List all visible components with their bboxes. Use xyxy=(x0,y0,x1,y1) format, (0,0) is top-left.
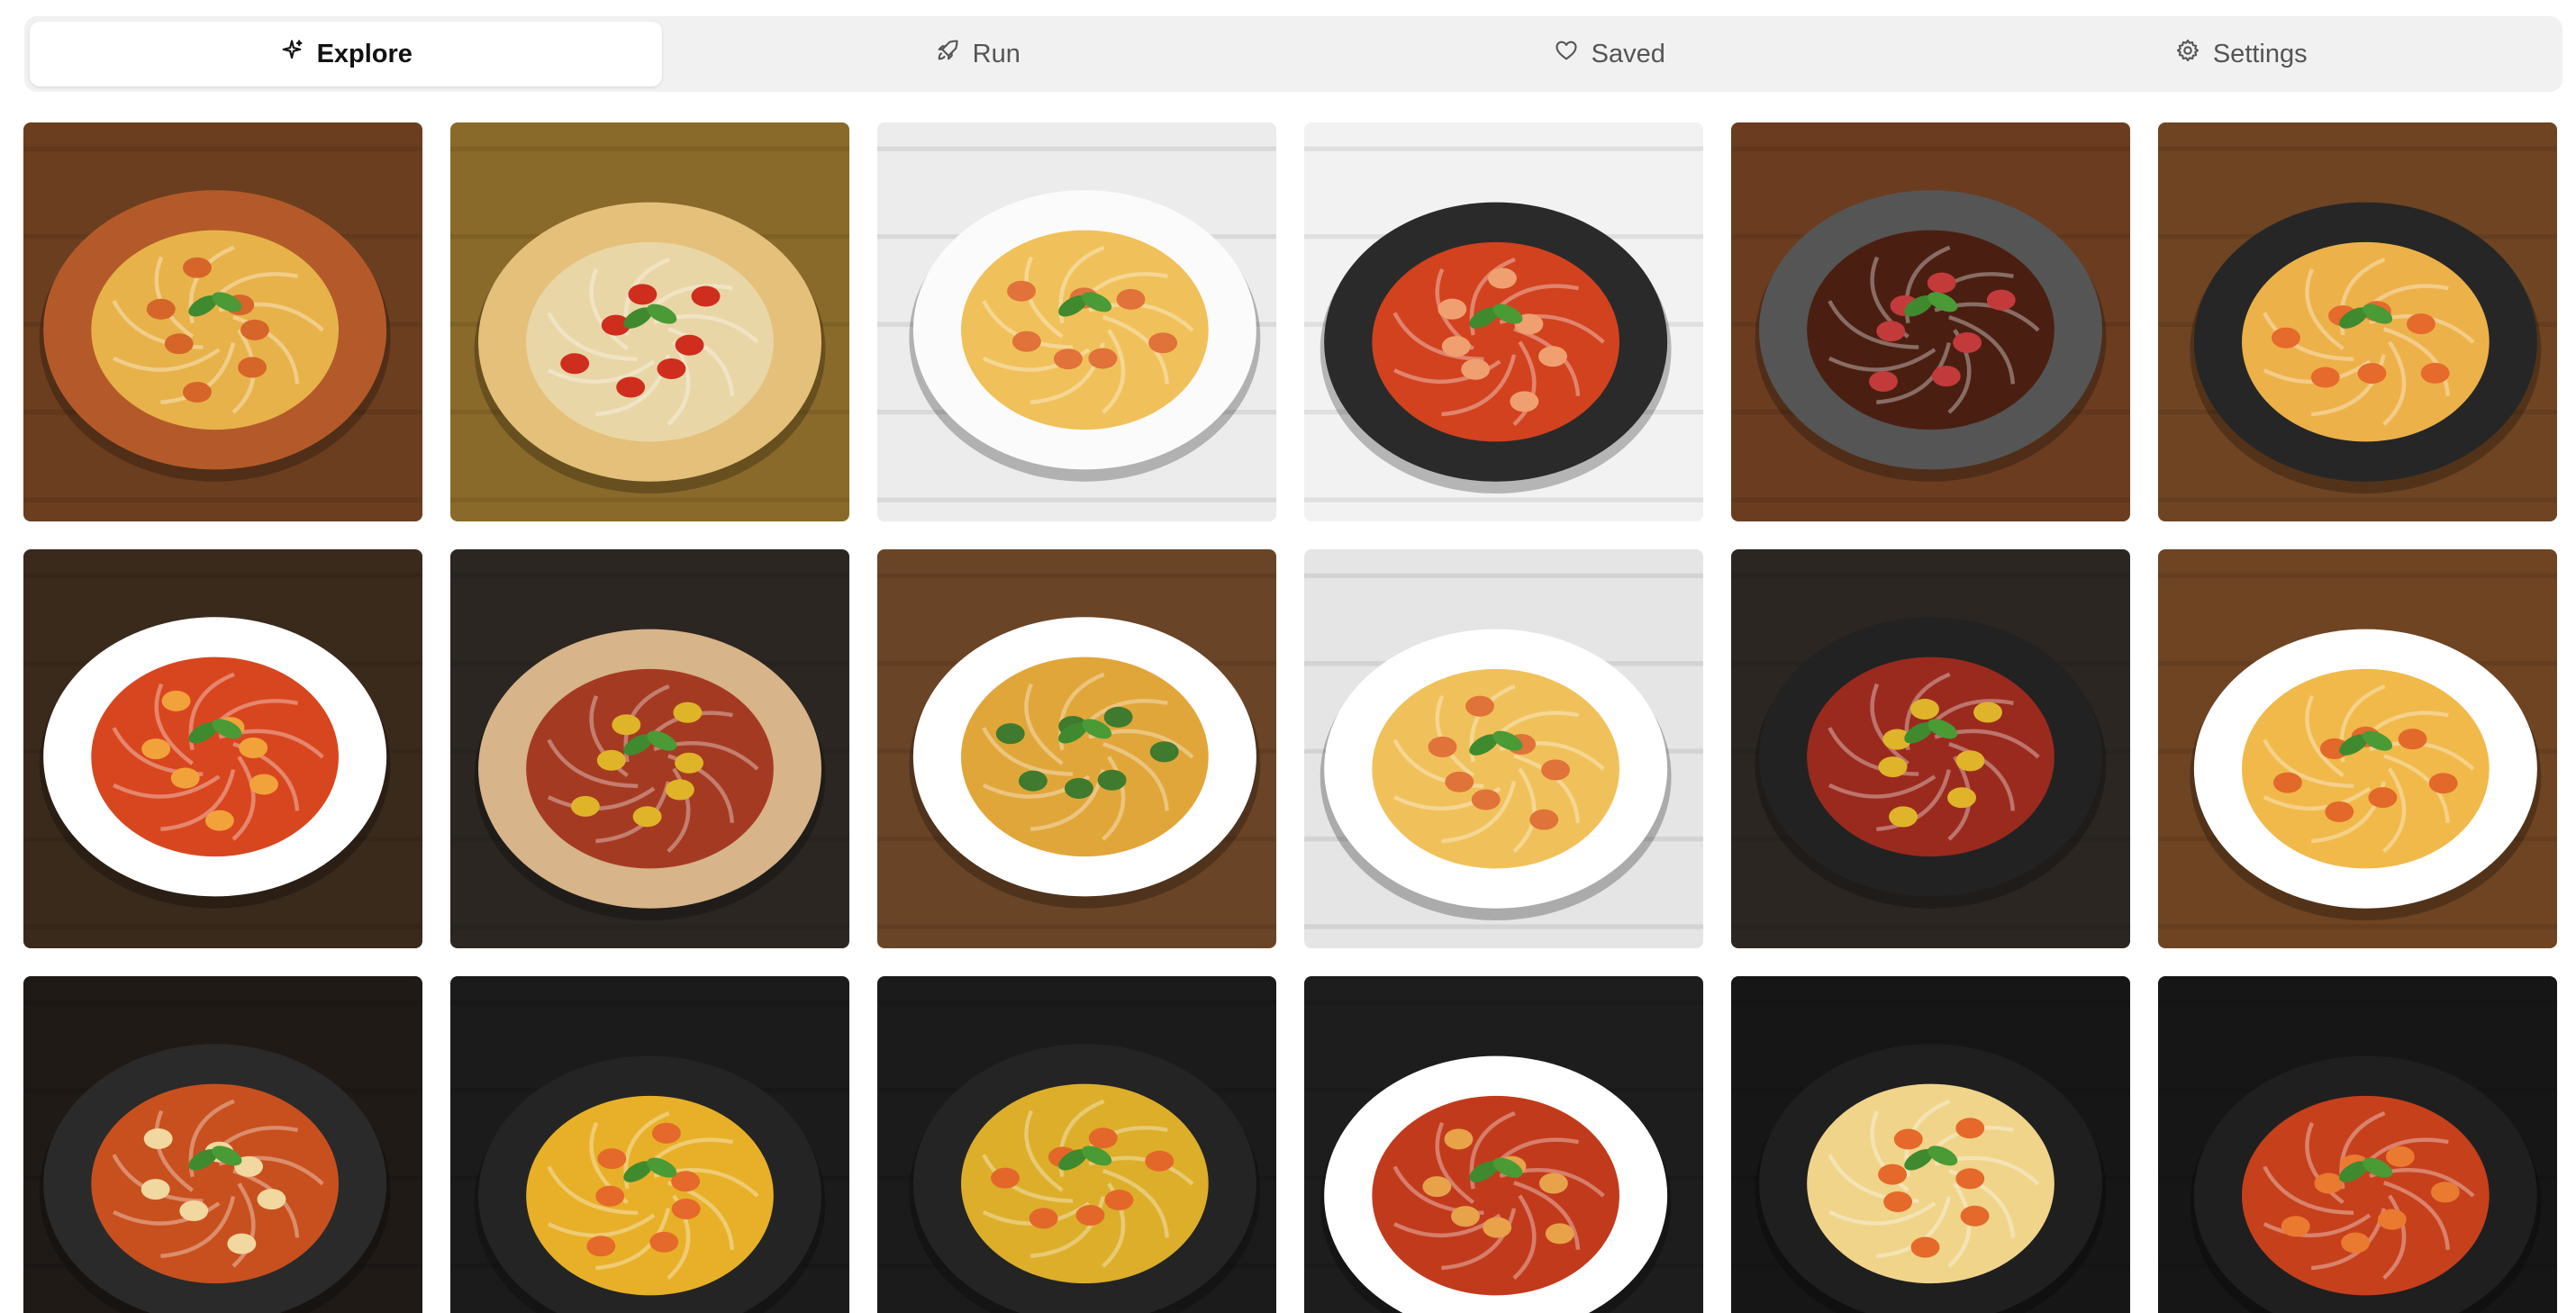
tab-run[interactable]: Run xyxy=(662,22,1294,86)
tab-settings[interactable]: Settings xyxy=(1926,22,2558,86)
gallery-image-paella-shrimp[interactable] xyxy=(877,976,1276,1313)
gear-icon xyxy=(2175,38,2200,70)
gallery-image-ethiopian-injera[interactable] xyxy=(1731,549,2130,948)
tab-explore-label: Explore xyxy=(316,39,413,68)
heart-icon xyxy=(1554,38,1579,70)
gallery-image-meatball-sauce[interactable] xyxy=(1304,976,1703,1313)
gallery-image-seafood-spaghetti-lemon[interactable] xyxy=(1304,549,1703,948)
gallery-image-gnocchi-tomato[interactable] xyxy=(23,549,422,948)
gallery-image-shrimp-pasta-sauce[interactable] xyxy=(2158,976,2557,1313)
gallery-image-shrimp-spaghetti-bowl[interactable] xyxy=(23,122,422,521)
gallery-image-beef-stew-bowls[interactable] xyxy=(1731,122,2130,521)
gallery-image-shrimp-spaghetti-closeup[interactable] xyxy=(2158,549,2557,948)
sparkles-icon xyxy=(279,38,304,70)
gallery-image-ethiopian-platter[interactable] xyxy=(450,549,849,948)
image-gallery xyxy=(23,122,2560,1313)
gallery-image-shrimp-spaghetti-white-plate[interactable] xyxy=(877,122,1276,521)
tab-saved-label: Saved xyxy=(1591,39,1665,68)
tab-bar: Explore Run Saved Settings xyxy=(24,16,2562,92)
tab-run-label: Run xyxy=(972,39,1020,68)
gallery-image-paella-mussels[interactable] xyxy=(450,976,849,1313)
gallery-image-seafood-stew-pot[interactable] xyxy=(1304,122,1703,521)
gallery-image-chickpea-dish[interactable] xyxy=(877,549,1276,948)
tab-settings-label: Settings xyxy=(2212,39,2308,68)
rocket-icon xyxy=(935,38,960,70)
tab-saved[interactable]: Saved xyxy=(1293,22,1926,86)
gallery-image-shrimp-tagliatelle-dark[interactable] xyxy=(1731,976,2130,1313)
gallery-image-margherita-pizza-picnic[interactable] xyxy=(450,122,849,521)
gallery-image-lasagna[interactable] xyxy=(23,976,422,1313)
gallery-image-shrimp-spaghetti-dark[interactable] xyxy=(2158,122,2557,521)
tab-explore[interactable]: Explore xyxy=(30,22,662,86)
